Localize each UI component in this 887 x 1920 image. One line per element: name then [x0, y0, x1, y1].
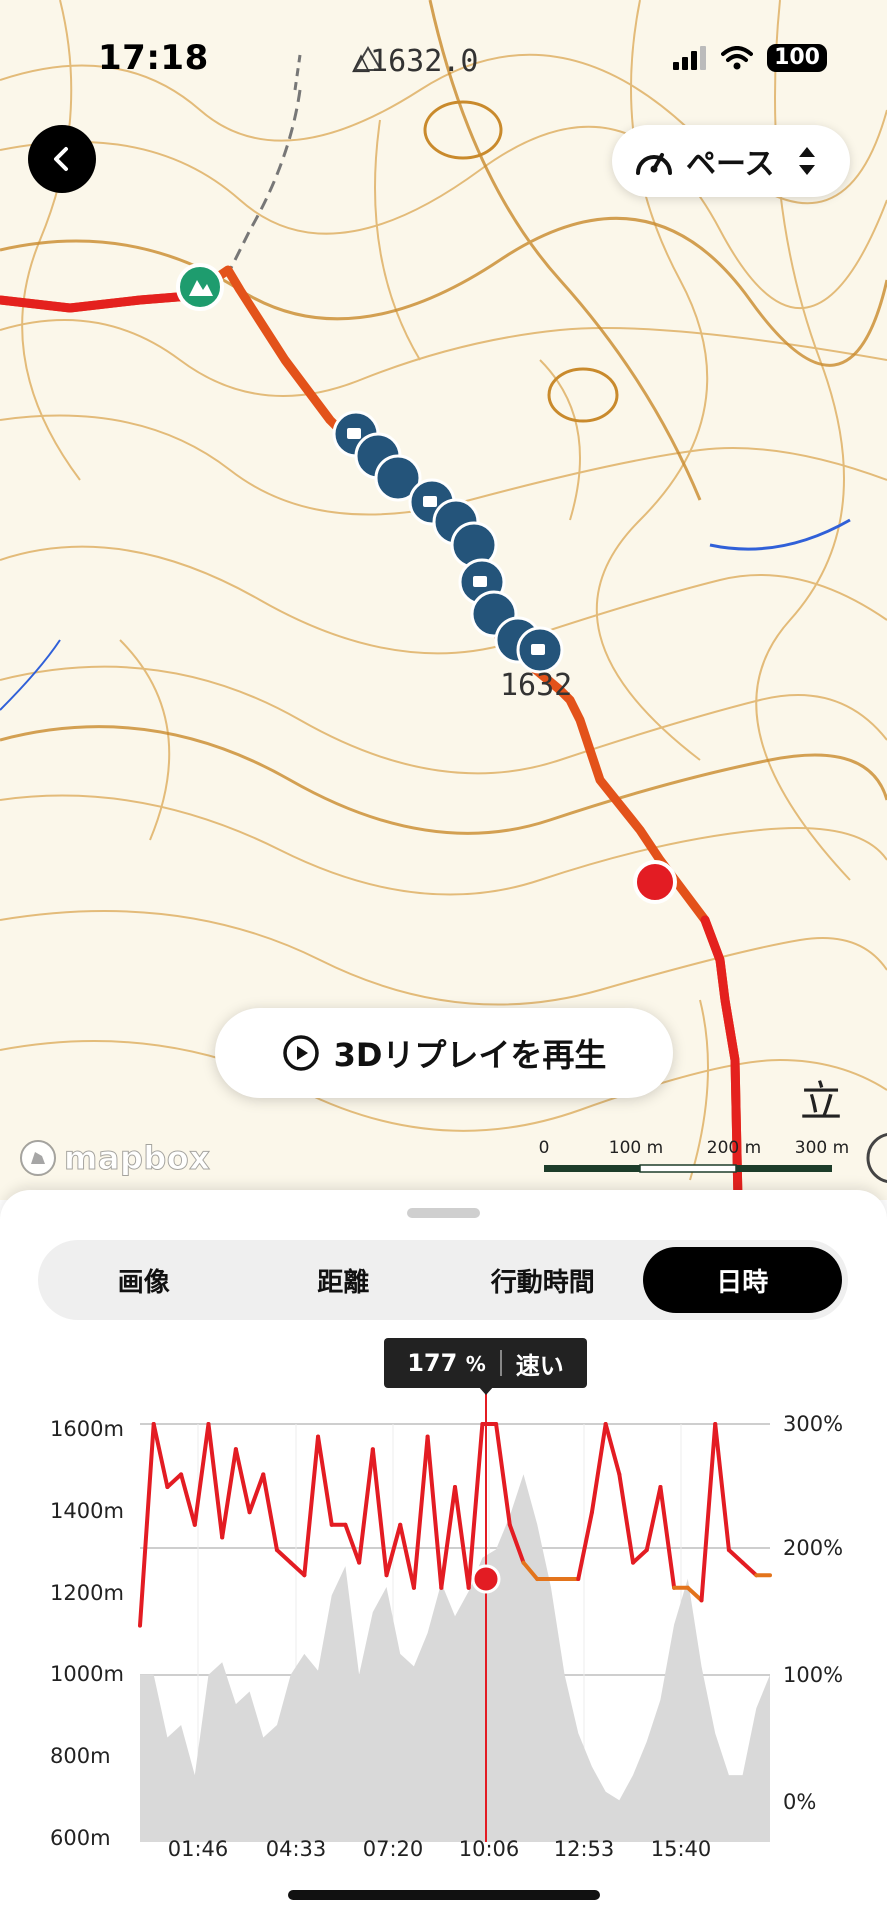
x-tick: 04:33: [265, 1837, 327, 1861]
pace-line-segment: [494, 1422, 512, 1527]
pace-line-segment: [617, 1472, 636, 1565]
pace-line-segment: [247, 1472, 266, 1515]
y-left-tick: 1200m: [50, 1581, 124, 1605]
tooltip-separator: [499, 1350, 502, 1376]
pace-line-segment: [576, 1510, 594, 1581]
pace-line-segment: [206, 1422, 225, 1540]
pace-line-segment: [603, 1422, 622, 1477]
chart-tooltip: 177 % 速い: [384, 1338, 587, 1388]
elevation-pace-chart[interactable]: [0, 0, 887, 1920]
pace-line-segment: [343, 1522, 362, 1565]
pace-line-segment: [699, 1422, 718, 1603]
y-right-tick: 300%: [783, 1412, 844, 1436]
pace-line-segment: [302, 1434, 321, 1578]
pace-line-segment: [658, 1485, 677, 1590]
pace-line-segment: [151, 1422, 170, 1489]
pace-line-segment: [644, 1485, 663, 1552]
chart-cursor-point: [471, 1564, 501, 1594]
pace-line-segment: [274, 1548, 293, 1565]
y-left-tick: 600m: [50, 1826, 111, 1850]
pace-line-segment: [288, 1560, 307, 1578]
pace-line-segment: [165, 1472, 184, 1489]
y-left-tick: 800m: [50, 1744, 111, 1768]
pace-line-segment: [439, 1485, 457, 1590]
y-right-tick: 200%: [783, 1536, 844, 1560]
x-tick: 15:40: [650, 1837, 712, 1861]
x-tick: 10:06: [458, 1837, 520, 1861]
pace-line-segment: [631, 1548, 649, 1565]
pace-line-segment: [316, 1434, 334, 1527]
pace-line-segment: [726, 1548, 745, 1565]
y-right-tick: 100%: [783, 1663, 844, 1687]
pace-line-segment: [233, 1447, 252, 1515]
pace-line-series: [138, 1422, 772, 1628]
pace-line-segment: [261, 1472, 279, 1552]
y-left-tick: 1600m: [50, 1417, 124, 1441]
y-left-tick: 1000m: [50, 1662, 124, 1686]
x-tick: 07:20: [362, 1837, 424, 1861]
home-indicator: [288, 1890, 600, 1900]
y-left-tick: 1400m: [50, 1499, 124, 1523]
pace-line-segment: [220, 1447, 238, 1540]
tooltip-label: 速い: [515, 1351, 564, 1380]
x-tick: 01:46: [167, 1837, 229, 1861]
y-right-tick: 0%: [783, 1790, 817, 1814]
pace-line-segment: [357, 1447, 375, 1565]
pace-line-segment: [713, 1422, 731, 1552]
pace-line-segment: [453, 1485, 471, 1590]
tooltip-arrow: [478, 1386, 494, 1395]
pace-line-segment: [138, 1422, 156, 1628]
pace-line-segment: [411, 1434, 430, 1590]
pace-line-segment: [740, 1560, 759, 1578]
pace-line-segment: [589, 1422, 608, 1515]
x-tick: 12:53: [553, 1837, 615, 1861]
pace-line-segment: [370, 1447, 389, 1578]
pace-line-segment: [179, 1472, 197, 1527]
pace-line-segment: [192, 1422, 211, 1527]
pace-line-segment: [425, 1434, 444, 1590]
pace-line-segment: [398, 1522, 416, 1590]
tooltip-value: 177 %: [407, 1349, 486, 1377]
elevation-area-series: [140, 1474, 770, 1842]
